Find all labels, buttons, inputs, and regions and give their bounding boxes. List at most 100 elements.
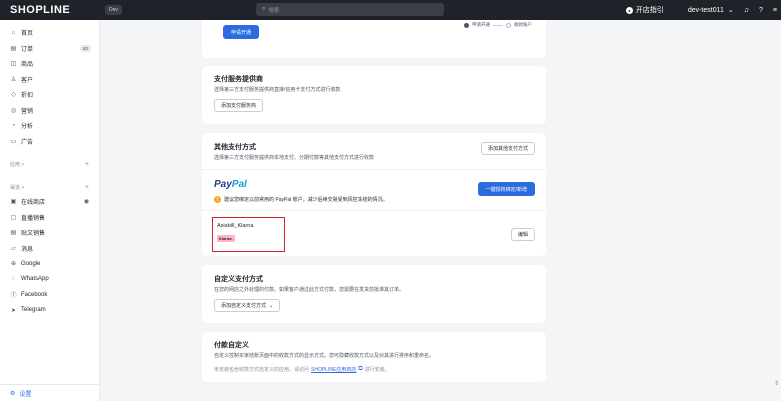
hint-prefix: 未安装包含收款方式自定义的应用。请访问 — [214, 367, 310, 373]
add-custom-method-label: 添加自定义支付方式 — [221, 303, 267, 309]
edit-button[interactable]: 编辑 — [510, 228, 535, 241]
sidebar-item-label: 广告 — [21, 139, 34, 146]
guide-label: 开店指引 — [635, 7, 664, 14]
chevron-down-icon: ⌄ — [269, 302, 274, 309]
search-icon: ⌕ — [262, 6, 266, 12]
sidebar-item-label: 贴文销售 — [21, 231, 46, 238]
sidebar-item-marketing[interactable]: ◎ 营销 — [0, 103, 99, 119]
apps-label: 应用 > — [10, 161, 25, 168]
notification-bell-icon[interactable]: ♫ — [744, 7, 749, 14]
resize-handle-icon[interactable]: ⇕ — [774, 380, 779, 387]
add-custom-method-dropdown[interactable]: 添加自定义支付方式 ⌄ — [214, 299, 281, 312]
sidebar-item-online-store[interactable]: ▣ 在线商店 ◉ — [0, 194, 99, 210]
store-switcher[interactable]: dev-test011 ⌄ — [687, 6, 734, 15]
store-name: dev-test011 — [687, 6, 724, 14]
chevron-down-icon: ⌄ — [727, 7, 734, 14]
sidebar-item-label: 营销 — [21, 108, 34, 115]
sidebar-item-settings[interactable]: ⚙ 设置 — [0, 384, 100, 401]
add-provider-button[interactable]: 添加支付服务商 — [214, 99, 264, 112]
step-done-icon — [464, 22, 469, 28]
sidebar-item-label: WhatsApp — [21, 276, 49, 283]
sidebar-item-home[interactable]: ⌂ 首页 — [0, 25, 99, 41]
sidebar-item-label: 客户 — [21, 77, 34, 84]
post-sales-icon: ▤ — [10, 230, 17, 237]
sidebar-item-google[interactable]: ⊕ Google — [0, 256, 99, 272]
channels-section-label[interactable]: 渠道 > + — [0, 180, 99, 194]
env-badge: Dev — [105, 5, 122, 15]
sidebar-item-discounts[interactable]: ◇ 折扣 — [0, 87, 99, 103]
online-store-icon: ▣ — [10, 199, 17, 206]
google-icon: ⊕ — [10, 261, 17, 268]
analytics-icon: ◔ — [11, 122, 16, 129]
eye-icon[interactable]: ◉ — [84, 198, 89, 205]
search-placeholder: 搜索 — [268, 7, 280, 14]
sidebar-item-customers[interactable]: ♙ 客户 — [0, 72, 99, 88]
paypal-authorize-button[interactable]: 一键授权绑定/新增 — [477, 182, 535, 196]
customer-icon: ♙ — [10, 76, 17, 83]
product-icon: ◫ — [10, 61, 17, 68]
sidebar-item-label: 首页 — [21, 31, 34, 38]
hint-suffix: 进行安装。 — [364, 367, 390, 373]
gear-icon: ⚙ — [10, 390, 16, 397]
klarna-logo: Klarna. — [217, 235, 235, 242]
sidebar-item-label: Telegram — [21, 307, 46, 314]
paypal-logo-part-1: Pay — [214, 179, 232, 190]
sidebar-item-facebook[interactable]: ⓕ Facebook — [0, 287, 99, 303]
more-icon[interactable]: ≡ — [773, 7, 777, 14]
whatsapp-icon: ◌ — [11, 276, 16, 283]
sidebar-item-label: 在线商店 — [21, 200, 46, 207]
telegram-icon: ➤ — [10, 307, 17, 314]
payment-provider-card: 支付服务提供商 选择第三方支付服务提供商直接/信用卡支付方式进行收款 添加支付服… — [202, 66, 546, 124]
apply-card: 申请开通 申请开通 收款账户 — [202, 20, 546, 58]
sidebar-item-label: Facebook — [21, 291, 48, 298]
app-store-hint: 未安装包含收款方式自定义的应用。请访问 SHOPLINE应用商店 ⧉ 进行安装。 — [214, 366, 534, 373]
facebook-icon: ⓕ — [10, 293, 17, 300]
sidebar-item-ads[interactable]: ▭ 广告 — [0, 134, 99, 150]
apply-button[interactable]: 申请开通 — [223, 25, 260, 39]
paypal-row: PayPal ! 建议您绑定以前常用的 PayPal 账户，减少后续交易受到风控… — [202, 169, 546, 211]
paypal-warning-text: 建议您绑定以前常用的 PayPal 账户，减少后续交易受到风控冻结的情况。 — [224, 197, 388, 203]
home-icon: ⌂ — [11, 29, 16, 36]
add-app-icon[interactable]: + — [85, 161, 89, 168]
order-icon: ▤ — [10, 45, 17, 52]
add-other-method-button[interactable]: 添加其他支付方式 — [480, 142, 535, 155]
sidebar-item-label: 消息 — [21, 246, 34, 253]
card-description: 选择第三方支付服务提供商本地支付、分期付款等其他支付方式进行收款 — [214, 155, 375, 161]
app-store-link[interactable]: SHOPLINE应用商店 — [311, 366, 356, 373]
apps-section-label[interactable]: 应用 > + — [0, 157, 99, 171]
top-bar: SHOPLINE Dev ⌕ 搜索 ● 开店指引 dev-test011 ⌄ ♫… — [0, 0, 781, 20]
klarna-name: Asiabill_Klarna — [217, 223, 254, 229]
sidebar-item-whatsapp[interactable]: ◌ WhatsApp — [0, 272, 99, 288]
external-link-icon[interactable]: ⧉ — [358, 366, 362, 373]
store-guide-button[interactable]: ● 开店指引 — [625, 5, 664, 15]
sidebar-item-post-sales[interactable]: ▤ 贴文销售 — [0, 225, 99, 241]
search-input[interactable]: ⌕ 搜索 — [256, 3, 444, 16]
warning-icon: ! — [214, 196, 221, 203]
settings-label: 设置 — [19, 391, 32, 398]
live-sales-icon: ▢ — [10, 214, 17, 221]
sidebar-item-label: 分析 — [21, 124, 34, 131]
topbar-actions: ● 开店指引 dev-test011 ⌄ ♫ ? ≡ — [625, 0, 781, 20]
step-pending-icon — [506, 22, 511, 28]
sidebar-item-analytics[interactable]: ◔ 分析 — [0, 118, 99, 134]
sidebar-item-orders[interactable]: ▤ 订单 82 — [0, 41, 99, 57]
card-title: 自定义支付方式 — [214, 276, 263, 283]
card-title: 支付服务提供商 — [214, 76, 263, 83]
add-channel-icon[interactable]: + — [85, 184, 89, 191]
card-description: 在您的网店之外处理的付款。如果客户通过此方式付款，您需要在发货前批准其订单。 — [214, 287, 405, 293]
sidebar-item-products[interactable]: ◫ 商品 — [0, 56, 99, 72]
sidebar-item-label: 折扣 — [21, 93, 34, 100]
shopline-logo[interactable]: SHOPLINE — [10, 4, 105, 16]
marketing-icon: ◎ — [10, 107, 17, 114]
step-2-label: 收款账户 — [514, 22, 532, 27]
message-icon: ▱ — [11, 245, 16, 252]
help-icon[interactable]: ? — [759, 7, 763, 14]
sidebar-item-telegram[interactable]: ➤ Telegram — [0, 303, 99, 319]
sidebar-item-live-sales[interactable]: ▢ 直播销售 — [0, 210, 99, 226]
payment-customization-card: 付款自定义 自定义控制买家结账页面中的收款方式的显示方式。您可隐藏收款方式以及对… — [202, 332, 546, 382]
discount-icon: ◇ — [11, 92, 16, 99]
sidebar-item-label: 订单 — [21, 46, 34, 53]
sidebar-item-messages[interactable]: ▱ 消息 — [0, 241, 99, 257]
sidebar-item-label: 直播销售 — [21, 215, 46, 222]
sidebar-item-label: 商品 — [21, 62, 34, 69]
